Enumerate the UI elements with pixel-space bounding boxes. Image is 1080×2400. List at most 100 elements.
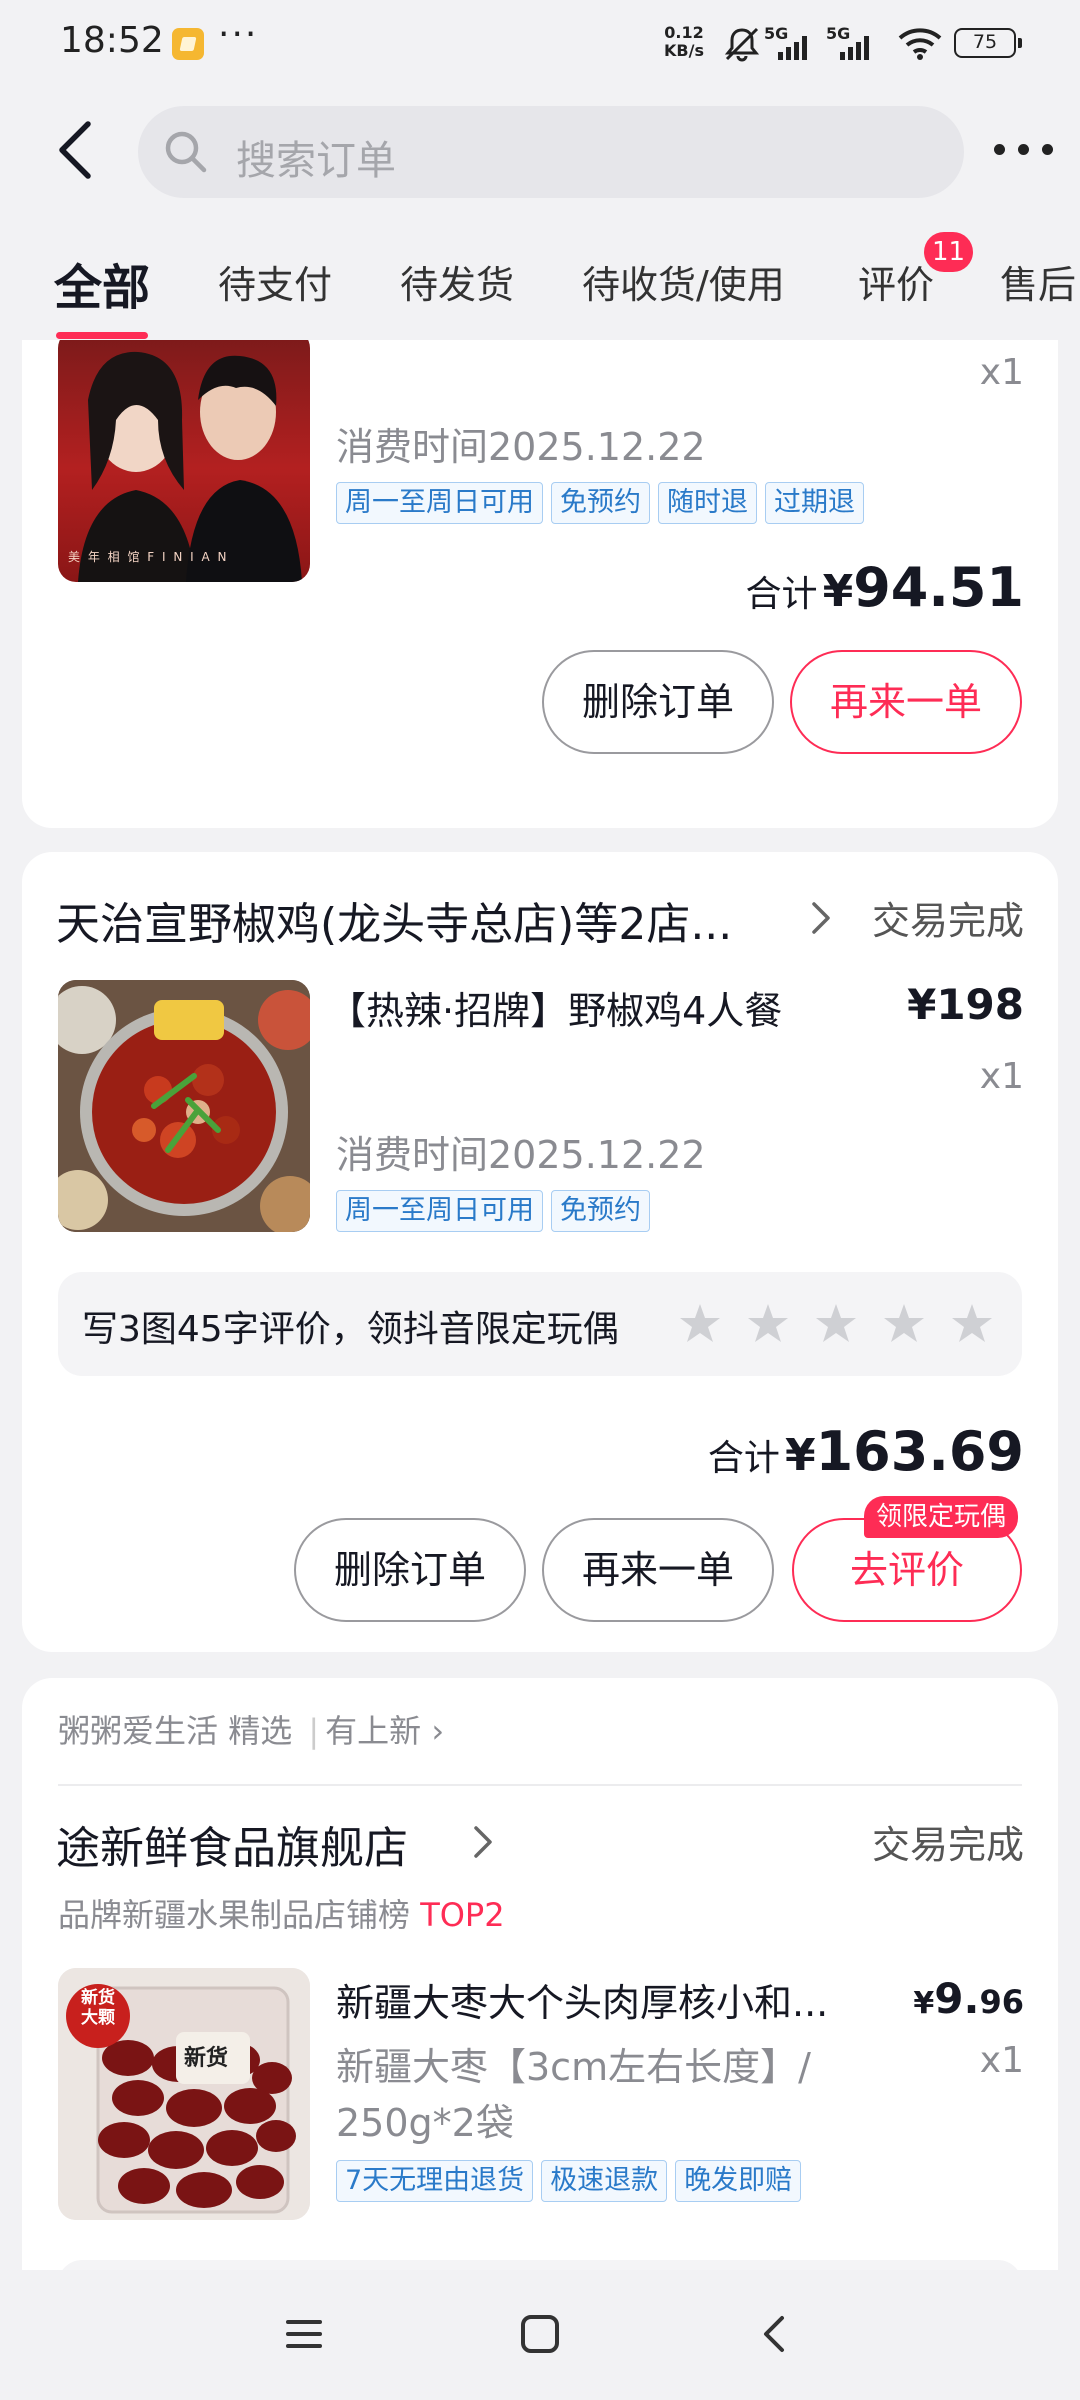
recommend-source[interactable]: 粥粥爱生活 精选 | 有上新 › xyxy=(58,1706,444,1752)
service-tag: 极速退款 xyxy=(541,2160,668,2202)
tab-pending-shipment[interactable]: 待发货 xyxy=(400,254,514,309)
tab-after-sales[interactable]: 售后 xyxy=(1000,254,1076,309)
header: 搜索订单 xyxy=(0,90,1080,210)
divider xyxy=(58,1784,1022,1786)
thumbnail-badge: 新货 大颗 xyxy=(81,1988,115,2028)
signal-2-icon xyxy=(840,36,869,60)
product-spec: 新疆大枣【3cm左右长度】/ xyxy=(336,2045,811,2089)
review-prompt-bar[interactable]: 写3图45字评价，领抖音限定玩偶 xyxy=(58,1272,1022,1376)
divider: | xyxy=(308,1712,320,1750)
network-speed-unit: KB/s xyxy=(664,41,704,60)
product-thumbnail[interactable] xyxy=(58,980,310,1232)
star-icon xyxy=(680,1304,720,1342)
search-bar[interactable]: 搜索订单 xyxy=(138,106,964,198)
service-tag: 过期退 xyxy=(765,482,864,524)
tab-all[interactable]: 全部 xyxy=(54,248,150,318)
chevron-right-icon xyxy=(812,902,830,934)
more-options-button[interactable] xyxy=(990,130,1060,170)
menu-icon[interactable] xyxy=(284,2314,324,2354)
tab-review[interactable]: 评价 xyxy=(858,254,934,309)
total-label: 合计 xyxy=(707,1438,780,1479)
delete-order-button[interactable]: 删除订单 xyxy=(294,1518,526,1622)
product-price: ¥198 xyxy=(907,980,1024,1029)
network-speed: 0.12 KB/s xyxy=(664,24,704,60)
chevron-left-icon xyxy=(59,121,91,179)
tab-pending-payment[interactable]: 待支付 xyxy=(218,254,332,309)
order-tabs: 全部 待支付 待发货 待收货/使用 评价 11 售后 xyxy=(0,210,1080,340)
quantity: x1 xyxy=(979,2040,1024,2081)
product-title[interactable]: 【热辣·招牌】野椒鸡4人餐 xyxy=(328,980,782,1035)
recommend-tag: 精选 xyxy=(228,1712,293,1750)
order-card[interactable]: 天治宣野椒鸡(龙头寺总店)等2店... 交易完成 【热辣·招牌】野椒鸡4人餐 ¥… xyxy=(22,852,1058,1652)
battery-level: 75 xyxy=(972,31,998,53)
service-tag: 7天无理由退货 xyxy=(336,2160,534,2202)
service-tag: 周一至周日可用 xyxy=(336,482,543,524)
signal-1-icon xyxy=(778,36,807,60)
back-button[interactable] xyxy=(48,116,108,184)
total-label: 合计 xyxy=(745,574,818,615)
network-speed-value: 0.12 xyxy=(664,23,704,42)
service-tag: 免预约 xyxy=(551,482,650,524)
reorder-button[interactable]: 再来一单 xyxy=(790,650,1022,754)
review-prompt-text: 写3图45字评价，领抖音限定玩偶 xyxy=(82,1309,619,1350)
ranking-value: TOP2 xyxy=(420,1896,505,1934)
more-notifications-icon: ··· xyxy=(218,14,259,55)
service-tags: 7天无理由退货 极速退款 晚发即赔 xyxy=(336,2160,809,2202)
price-decimal: 96 xyxy=(979,1983,1024,2021)
shop-name[interactable]: 途新鲜食品旗舰店 xyxy=(56,1812,408,1876)
service-tag: 周一至周日可用 xyxy=(336,1190,543,1232)
order-total: 合计 ¥94.51 xyxy=(745,556,1024,619)
search-placeholder: 搜索订单 xyxy=(236,138,396,184)
photo-portrait-image xyxy=(78,351,302,582)
shop-name[interactable]: 天治宣野椒鸡(龙头寺总店)等2店... xyxy=(56,888,732,952)
quantity: x1 xyxy=(979,1056,1024,1097)
shop-ranking[interactable]: 品牌新疆水果制品店铺榜 TOP2 xyxy=(58,1890,505,1936)
order-card[interactable]: 粥粥爱生活 精选 | 有上新 › 途新鲜食品旗舰店 交易完成 品牌新疆水果制品店铺… xyxy=(22,1678,1058,2270)
delete-order-button[interactable]: 删除订单 xyxy=(542,650,774,754)
total-amount: 94.51 xyxy=(853,556,1024,619)
more-dot-icon xyxy=(1042,144,1053,155)
star-icon xyxy=(952,1304,992,1342)
status-bar: 18:52 ··· 0.12 KB/s 5G 5G 75 xyxy=(0,0,1080,90)
star-icon xyxy=(884,1304,924,1342)
product-thumbnail[interactable]: 新货 大颗 新货 xyxy=(58,1968,310,2220)
notes-app-icon xyxy=(172,28,204,60)
product-thumbnail[interactable]: 美 年 相 馆 F I N I A N xyxy=(58,340,310,582)
total-currency: ¥ xyxy=(822,566,854,617)
product-title[interactable]: 新疆大枣大个头肉厚核小和... xyxy=(336,1972,828,2027)
chevron-right-icon: › xyxy=(421,1712,445,1750)
review-reward-badge: 领限定玩偶 xyxy=(864,1496,1019,1538)
order-card[interactable]: 美 年 相 馆 F I N I A N x1 消费时间2025.12.22 周一… xyxy=(22,340,1058,828)
back-nav-icon[interactable] xyxy=(756,2312,792,2356)
star-icon xyxy=(748,1304,788,1342)
service-tag: 晚发即赔 xyxy=(675,2160,802,2202)
recommend-source-name: 粥粥爱生活 xyxy=(58,1712,219,1750)
consume-time: 消费时间2025.12.22 xyxy=(336,1133,706,1177)
price-currency: ¥ xyxy=(913,1986,935,2021)
ranking-text: 品牌新疆水果制品店铺榜 xyxy=(58,1896,411,1934)
reorder-button[interactable]: 再来一单 xyxy=(542,1518,774,1622)
chevron-right-icon xyxy=(474,1826,492,1858)
order-total: 合计 ¥163.69 xyxy=(708,1420,1024,1483)
thumbnail-label: 新货 xyxy=(184,2046,229,2071)
product-price: ¥9.96 xyxy=(913,1974,1024,2023)
status-time: 18:52 xyxy=(60,20,164,61)
service-tags: 周一至周日可用 免预约 随时退 过期退 xyxy=(336,482,872,524)
total-currency: ¥ xyxy=(784,1430,816,1481)
tab-pending-receipt[interactable]: 待收货/使用 xyxy=(582,254,785,309)
more-dot-icon xyxy=(994,144,1005,155)
tab-active-indicator xyxy=(56,332,148,339)
star-rating[interactable] xyxy=(678,1302,1008,1346)
home-icon[interactable] xyxy=(518,2312,562,2356)
mute-bell-icon xyxy=(724,27,760,62)
product-spec: 250g*2袋 xyxy=(336,2101,514,2145)
recommend-tag: 有上新 xyxy=(325,1712,422,1750)
order-status: 交易完成 xyxy=(871,1823,1024,1867)
star-icon xyxy=(816,1304,856,1342)
total-amount: 163.69 xyxy=(815,1420,1024,1483)
review-count-badge: 11 xyxy=(924,232,974,272)
search-icon xyxy=(165,131,207,173)
food-dish-image xyxy=(58,980,310,1232)
system-navigation-bar xyxy=(0,2270,1080,2400)
partial-next-section xyxy=(58,2260,1022,2270)
